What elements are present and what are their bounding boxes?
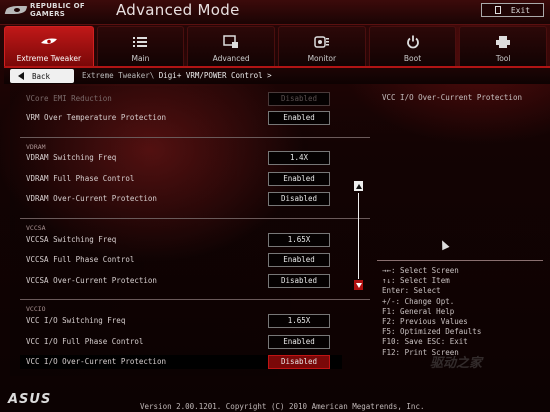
setting-vdram-full-phase-control[interactable]: VDRAM Full Phase Control Enabled: [26, 172, 342, 186]
tab-label: Tool: [495, 54, 511, 63]
help-description: VCC I/O Over-Current Protection: [382, 93, 522, 102]
key-hint: F10: Save ESC: Exit: [382, 337, 468, 347]
exit-icon: [494, 6, 501, 14]
setting-value[interactable]: Disabled: [268, 355, 330, 369]
breadcrumb-current: Digi+ VRM/POWER Control >: [158, 71, 272, 80]
setting-label: VCC I/O Full Phase Control: [26, 337, 144, 346]
gauge-icon: [313, 35, 331, 49]
page-title: Advanced Mode: [116, 1, 240, 19]
back-label: Back: [32, 71, 51, 81]
setting-vcc-io-switching-freq[interactable]: VCC I/O Switching Freq 1.65X: [26, 314, 342, 328]
setting-vdram-over-current-protection[interactable]: VDRAM Over-Current Protection Disabled: [26, 192, 342, 206]
setting-vrm-over-temperature-protection[interactable]: VRM Over Temperature Protection Enabled: [26, 111, 342, 125]
setting-value[interactable]: Enabled: [268, 253, 330, 267]
section-title-vccsa: VCCSA: [26, 224, 46, 232]
key-hint: ↑↓: Select Item: [382, 276, 450, 286]
breadcrumb-parent[interactable]: Extreme Tweaker\: [82, 71, 154, 80]
setting-label: VCC I/O Over-Current Protection: [26, 357, 166, 366]
key-hint: F2: Previous Values: [382, 317, 468, 327]
section-divider: [20, 218, 370, 219]
cpu-chip-icon: [222, 35, 240, 49]
version-text: Version 2.00.1201. Copyright (C) 2010 Am…: [140, 402, 425, 411]
setting-label: VCCSA Full Phase Control: [26, 255, 135, 264]
setting-label: VCore EMI Reduction: [26, 94, 112, 103]
back-arrow-icon: [18, 72, 24, 80]
tab-monitor[interactable]: Monitor: [278, 26, 366, 66]
key-hint: +/-: Change Opt.: [382, 296, 455, 306]
setting-value[interactable]: 1.4X: [268, 151, 330, 165]
tab-label: Boot: [403, 54, 422, 63]
setting-value[interactable]: 1.65X: [268, 314, 330, 328]
setting-value[interactable]: Enabled: [268, 111, 330, 125]
brand-line2: GAMERS: [30, 10, 66, 18]
list-icon: [131, 35, 149, 49]
setting-vccsa-over-current-protection[interactable]: VCCSA Over-Current Protection Disabled: [26, 274, 342, 288]
setting-label: VRM Over Temperature Protection: [26, 113, 166, 122]
setting-label: VCC I/O Switching Freq: [26, 316, 126, 325]
setting-label: VCCSA Over-Current Protection: [26, 276, 157, 285]
help-panel: VCC I/O Over-Current Protection →←: Sele…: [377, 86, 543, 376]
help-divider: [377, 260, 543, 261]
tab-boot[interactable]: Boot: [368, 26, 457, 66]
key-legend: →←: Select Screen ↑↓: Select Item Enter:…: [382, 266, 481, 358]
exit-label: Exit: [510, 5, 531, 15]
setting-value[interactable]: Disabled: [268, 192, 330, 206]
key-hint: F5: Optimized Defaults: [382, 327, 482, 337]
tab-extreme-tweaker[interactable]: Extreme Tweaker: [4, 26, 94, 66]
setting-value[interactable]: Enabled: [268, 335, 330, 349]
section-title-vccio: VCCIO: [26, 305, 46, 313]
asus-logo: ASUS: [8, 392, 52, 407]
section-divider: [20, 137, 370, 138]
setting-value: Disabled: [268, 92, 330, 106]
tab-label: Monitor: [307, 54, 337, 63]
tab-label: Extreme Tweaker: [16, 54, 82, 63]
section-title-vdram: VDRAM: [26, 143, 46, 151]
setting-vcc-io-full-phase-control[interactable]: VCC I/O Full Phase Control Enabled: [26, 335, 342, 349]
setting-vccsa-full-phase-control[interactable]: VCCSA Full Phase Control Enabled: [26, 253, 342, 267]
setting-value[interactable]: Disabled: [268, 274, 330, 288]
scroll-down-button[interactable]: [354, 280, 363, 290]
tab-tool[interactable]: Tool: [459, 26, 548, 66]
setting-vccsa-switching-freq[interactable]: VCCSA Switching Freq 1.65X: [26, 233, 342, 247]
printer-icon: [494, 35, 512, 49]
exit-button[interactable]: Exit: [481, 3, 544, 17]
tab-advanced[interactable]: Advanced: [187, 26, 275, 66]
back-button[interactable]: Back: [10, 69, 74, 83]
rog-logo: REPUBLIC OF GAMERS: [6, 2, 85, 18]
setting-label: VDRAM Full Phase Control: [26, 174, 135, 183]
setting-label: VDRAM Over-Current Protection: [26, 194, 157, 203]
key-hint: Enter: Select: [382, 286, 441, 296]
rog-eye-icon: [6, 3, 26, 17]
setting-vcore-emi-reduction: VCore EMI Reduction Disabled: [26, 92, 342, 106]
brand-line1: REPUBLIC OF: [30, 2, 85, 10]
setting-vcc-io-over-current-protection[interactable]: VCC I/O Over-Current Protection Disabled: [20, 355, 342, 369]
key-hint: →←: Select Screen: [382, 266, 459, 275]
setting-label: VCCSA Switching Freq: [26, 235, 117, 244]
breadcrumb: Back Extreme Tweaker\ Digi+ VRM/POWER Co…: [4, 66, 550, 84]
setting-vdram-switching-freq[interactable]: VDRAM Switching Freq 1.4X: [26, 151, 342, 165]
power-icon: [404, 35, 422, 49]
setting-value[interactable]: Enabled: [268, 172, 330, 186]
watermark: 驱动之家: [430, 356, 483, 371]
footer: ASUS Version 2.00.1201. Copyright (C) 20…: [0, 392, 550, 412]
header-bar: REPUBLIC OF GAMERS Advanced Mode Exit: [0, 0, 550, 25]
setting-label: VDRAM Switching Freq: [26, 153, 117, 162]
section-divider: [20, 299, 370, 300]
tab-label: Advanced: [212, 54, 250, 63]
tab-label: Main: [131, 54, 150, 63]
tab-bar: Extreme Tweaker Main Advanced Monitor Bo…: [4, 26, 550, 66]
scrollbar-track[interactable]: [358, 193, 359, 279]
settings-list: VCore EMI Reduction Disabled VRM Over Te…: [10, 86, 372, 376]
rog-eye-icon: [40, 35, 58, 49]
scroll-up-button[interactable]: [354, 181, 363, 191]
key-hint: F1: General Help: [382, 306, 455, 316]
setting-value[interactable]: 1.65X: [268, 233, 330, 247]
breadcrumb-path: Extreme Tweaker\ Digi+ VRM/POWER Control…: [82, 71, 272, 80]
tab-main[interactable]: Main: [96, 26, 185, 66]
